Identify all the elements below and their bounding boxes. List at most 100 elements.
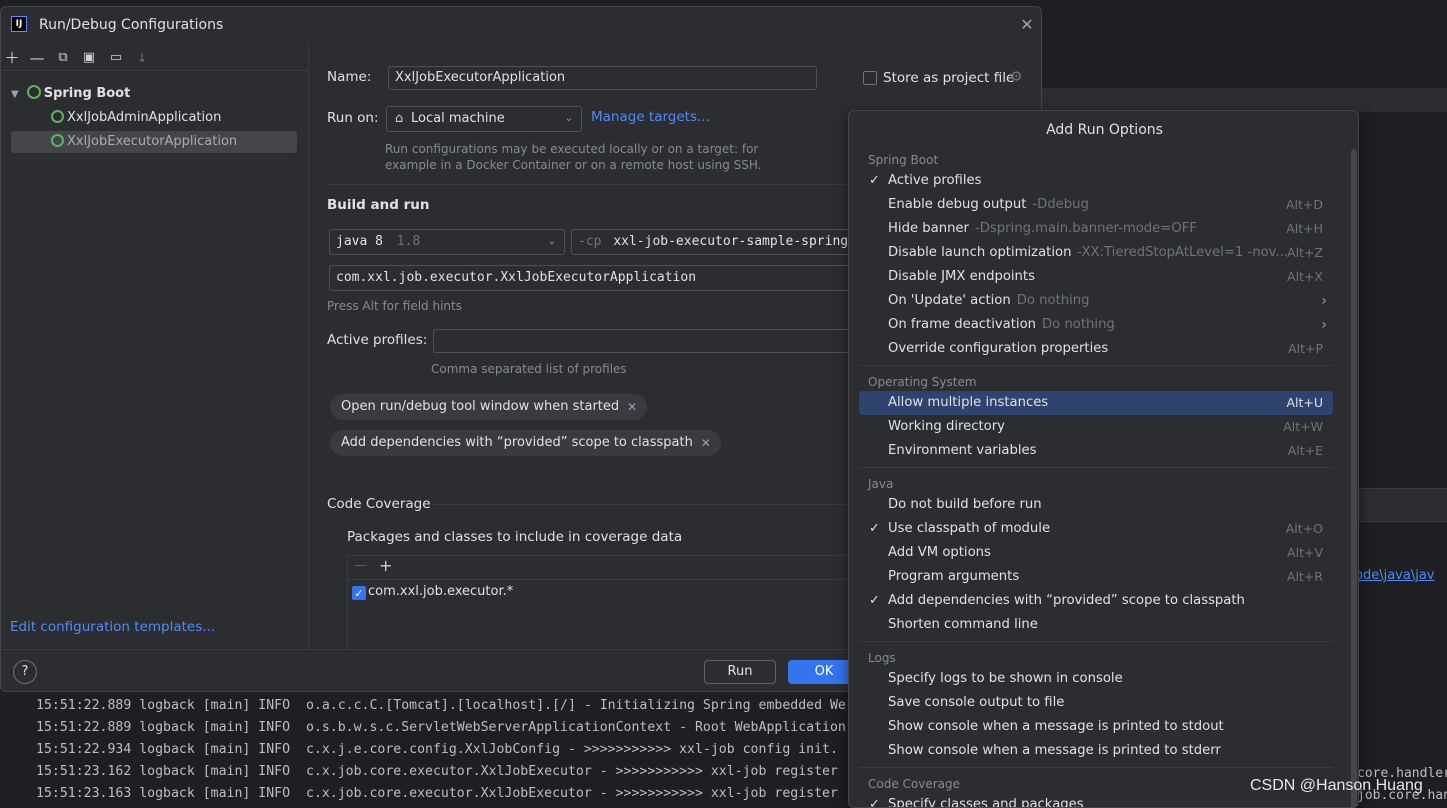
option-name: Allow multiple instances xyxy=(888,395,1049,410)
option-item[interactable]: Do not build before run xyxy=(859,493,1333,517)
close-icon[interactable]: ✕ xyxy=(627,394,637,420)
option-shortcut: Alt+R xyxy=(1286,569,1323,584)
group-divider xyxy=(859,767,1333,768)
option-item[interactable]: On 'Update' action Do nothing › xyxy=(859,289,1333,313)
remove-icon[interactable]: — xyxy=(28,49,46,67)
name-field[interactable]: XxlJobExecutorApplication xyxy=(388,66,817,90)
tree-item-label: XxlJobExecutorApplication xyxy=(67,134,238,149)
option-item[interactable]: Show console when a message is printed t… xyxy=(859,715,1333,739)
option-shortcut: Alt+P xyxy=(1288,341,1323,356)
group-divider xyxy=(859,467,1333,468)
close-icon[interactable]: ✕ xyxy=(701,430,711,456)
chevron-down-icon: ⌄ xyxy=(564,113,573,124)
coverage-item-label: com.xxl.job.executor.* xyxy=(368,584,514,599)
tree-group-spring-boot[interactable]: ▼ Spring Boot xyxy=(11,83,297,105)
option-item[interactable]: Disable launch optimization -XX:TieredSto… xyxy=(859,241,1333,265)
manage-targets-link[interactable]: Manage targets... xyxy=(591,109,710,125)
option-name: Environment variables xyxy=(888,443,1037,458)
scrollbar[interactable] xyxy=(1351,149,1357,807)
cp-value: xxl-job-executor-sample-spring xyxy=(613,234,849,249)
code-coverage-heading: Code Coverage xyxy=(327,496,431,512)
option-item[interactable]: Specify logs to be shown in console xyxy=(859,667,1333,691)
console-line: 15:51:22.934 logback [main] INFO c.x.j.e… xyxy=(36,742,838,757)
run-button[interactable]: Run xyxy=(704,660,776,684)
option-name: On frame deactivation xyxy=(888,317,1037,332)
option-item[interactable]: Shorten command line xyxy=(859,613,1333,637)
store-project-checkbox[interactable] xyxy=(863,71,877,85)
check-icon: ✓ xyxy=(869,797,880,808)
chevron-down-icon[interactable]: ▼ xyxy=(11,89,19,100)
gear-icon[interactable]: ⚙ xyxy=(1010,69,1023,85)
tree-group-label: Spring Boot xyxy=(43,86,131,101)
folder-add-icon[interactable]: ▭ xyxy=(107,49,125,67)
option-description: -Dspring.main.banner-mode=OFF xyxy=(974,221,1197,236)
path-link[interactable]: ode\java\jav xyxy=(1355,568,1434,583)
edit-templates-link[interactable]: Edit configuration templates... xyxy=(10,619,215,635)
help-button[interactable]: ? xyxy=(13,660,37,684)
group-label: Logs xyxy=(868,651,896,665)
tree-item-admin[interactable]: XxlJobAdminApplication xyxy=(11,107,297,129)
coverage-item-checkbox[interactable]: ✓ xyxy=(352,586,366,600)
main-class-field[interactable]: com.xxl.job.executor.XxlJobExecutorAppli… xyxy=(329,265,861,291)
coverage-list: — + ✓ com.xxl.job.executor.* xyxy=(347,555,862,649)
option-name: Program arguments xyxy=(888,569,1020,584)
save-icon[interactable]: ▣ xyxy=(80,49,98,67)
option-chip[interactable]: Add dependencies with “provided” scope t… xyxy=(330,430,721,456)
option-item[interactable]: Program arguments Alt+R xyxy=(859,565,1333,589)
option-item[interactable]: Hide banner -Dspring.main.banner-mode=OFF… xyxy=(859,217,1333,241)
option-item[interactable]: On frame deactivation Do nothing › xyxy=(859,313,1333,337)
add-icon[interactable]: + xyxy=(379,556,392,575)
tree-item-executor[interactable]: XxlJobExecutorApplication xyxy=(11,131,297,153)
option-item[interactable]: Environment variables Alt+E xyxy=(859,439,1333,463)
divider xyxy=(433,504,861,505)
option-name: Enable debug output xyxy=(888,197,1027,212)
console-line: 15:51:22.889 logback [main] INFO o.s.b.w… xyxy=(36,720,846,735)
copy-icon[interactable]: ⧉ xyxy=(54,49,72,67)
sort-icon[interactable]: ↓ xyxy=(133,49,151,67)
option-item[interactable]: Allow multiple instances Alt+U xyxy=(859,391,1333,415)
active-profiles-field[interactable] xyxy=(433,329,861,353)
option-shortcut: Alt+V xyxy=(1287,545,1323,560)
add-icon[interactable]: ＋ xyxy=(3,49,21,67)
option-item[interactable]: Disable JMX endpoints Alt+X xyxy=(859,265,1333,289)
option-name: Use classpath of module xyxy=(888,521,1051,536)
option-item[interactable]: ✓ Add dependencies with “provided” scope … xyxy=(859,589,1333,613)
option-item[interactable]: Show console when a message is printed t… xyxy=(859,739,1333,763)
run-on-select[interactable]: ⌂ Local machine ⌄ xyxy=(386,106,582,132)
option-item[interactable]: ✓ Specify classes and packages xyxy=(859,793,1333,808)
option-item[interactable]: Add VM options Alt+V xyxy=(859,541,1333,565)
option-name: Working directory xyxy=(888,419,1005,434)
spring-boot-icon xyxy=(51,134,64,147)
option-chip[interactable]: Open run/debug tool window when started ✕ xyxy=(330,394,648,420)
classpath-module-select[interactable]: -cp xxl-job-executor-sample-spring xyxy=(571,229,861,255)
option-name: Disable JMX endpoints xyxy=(888,269,1035,284)
watermark: CSDN @Hanson Huang xyxy=(1250,777,1423,794)
remove-icon[interactable]: — xyxy=(354,558,367,573)
option-shortcut: Alt+Z xyxy=(1287,245,1323,260)
chip-label: Open run/debug tool window when started xyxy=(341,399,620,414)
option-shortcut: Alt+U xyxy=(1286,395,1323,410)
option-name: Do not build before run xyxy=(888,497,1042,512)
option-item[interactable]: ✓ Active profiles xyxy=(859,169,1333,193)
option-item[interactable]: Save console output to file xyxy=(859,691,1333,715)
configurations-tree-pane: ＋ — ⧉ ▣ ▭ ↓ ▼ Spring Boot XxlJobAdminAppl… xyxy=(1,45,309,649)
option-item[interactable]: Working directory Alt+W xyxy=(859,415,1333,439)
group-divider xyxy=(859,365,1333,366)
option-name: Save console output to file xyxy=(888,695,1065,710)
group-label: Spring Boot xyxy=(868,153,939,167)
option-item[interactable]: ✓ Use classpath of module Alt+O xyxy=(859,517,1333,541)
intellij-icon: IJ xyxy=(11,16,27,32)
option-name: Hide banner xyxy=(888,221,969,236)
jdk-select[interactable]: java 8 1.8 ⌄ xyxy=(329,229,565,255)
option-name: Specify classes and packages xyxy=(888,797,1084,808)
tree-item-label: XxlJobAdminApplication xyxy=(67,110,222,125)
console-line: 15:51:22.889 logback [main] INFO o.a.c.c… xyxy=(36,698,846,713)
group-label: Operating System xyxy=(868,375,977,389)
option-item[interactable]: Enable debug output -Ddebug Alt+D xyxy=(859,193,1333,217)
jdk-value: java 8 xyxy=(336,234,383,249)
option-shortcut: Alt+W xyxy=(1283,419,1323,434)
check-icon: ✓ xyxy=(869,593,880,608)
name-label: Name: xyxy=(327,69,372,85)
option-item[interactable]: Override configuration properties Alt+P xyxy=(859,337,1333,361)
close-icon[interactable]: ✕ xyxy=(1017,15,1037,35)
